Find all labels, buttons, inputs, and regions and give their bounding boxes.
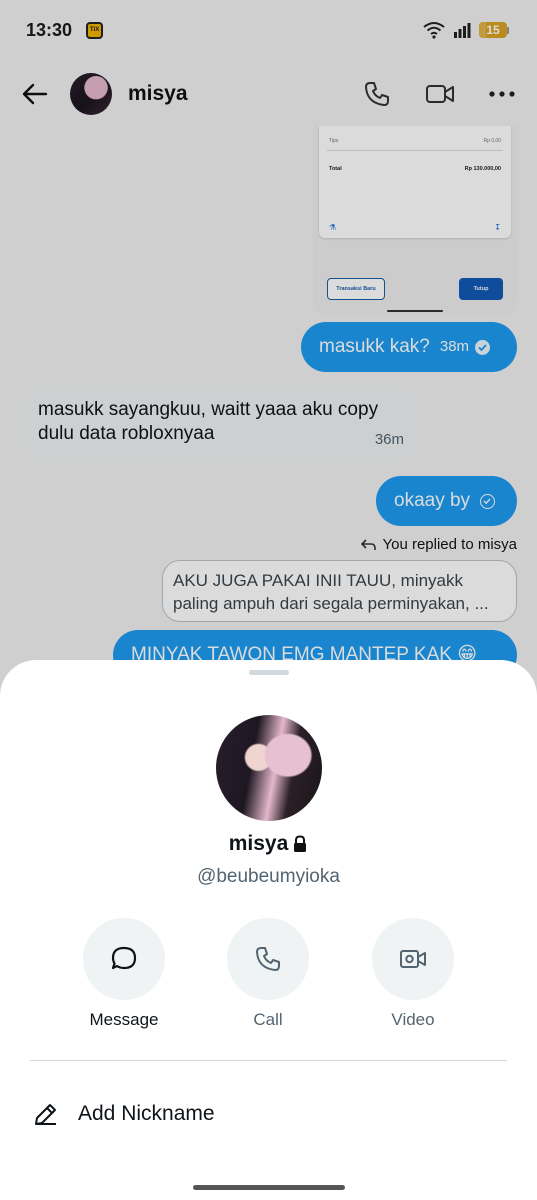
call-button[interactable] bbox=[227, 918, 309, 1000]
profile-handle: @beubeumyioka bbox=[197, 866, 340, 887]
phone-icon bbox=[256, 947, 280, 971]
add-nickname-button[interactable]: Add Nickname bbox=[32, 1100, 215, 1128]
home-indicator[interactable] bbox=[193, 1185, 345, 1190]
video-button[interactable] bbox=[372, 918, 454, 1000]
sheet-drag-handle[interactable] bbox=[249, 670, 289, 675]
message-bubble-icon bbox=[111, 946, 137, 970]
pencil-icon bbox=[35, 1104, 56, 1125]
profile-name: misya bbox=[228, 832, 289, 855]
message-action[interactable]: Message bbox=[74, 918, 174, 1030]
profile-avatar[interactable] bbox=[216, 715, 322, 821]
message-label: Message bbox=[89, 1010, 159, 1029]
divider bbox=[30, 1060, 507, 1061]
video-camera-icon bbox=[400, 950, 426, 968]
profile-name-row: misya bbox=[0, 832, 537, 856]
video-label: Video bbox=[391, 1010, 435, 1029]
video-action[interactable]: Video bbox=[363, 918, 463, 1030]
add-nickname-label: Add Nickname bbox=[78, 1102, 215, 1125]
profile-bottom-sheet: misya @beubeumyioka Message Call Video A… bbox=[0, 660, 537, 1200]
message-button[interactable] bbox=[83, 918, 165, 1000]
lock-icon bbox=[294, 835, 307, 852]
call-label: Call bbox=[253, 1010, 283, 1029]
call-action[interactable]: Call bbox=[218, 918, 318, 1030]
